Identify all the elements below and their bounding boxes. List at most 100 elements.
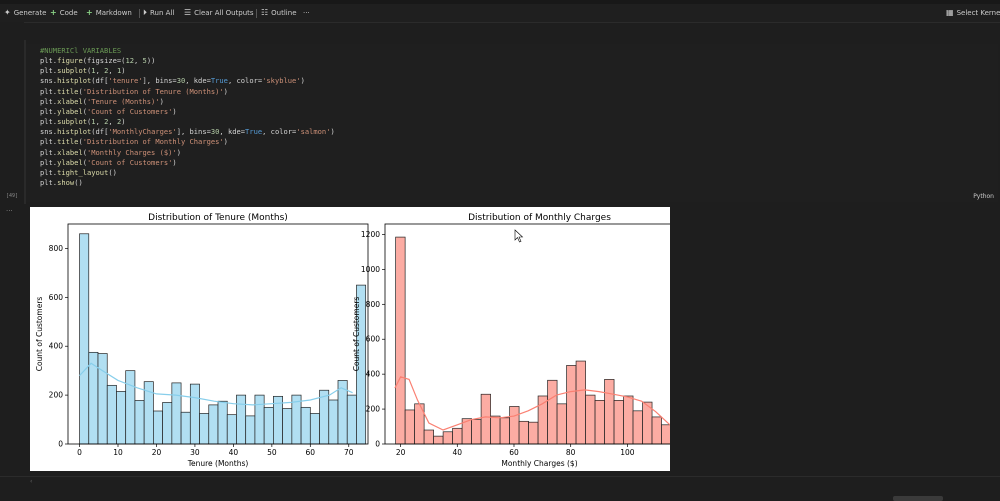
more-actions-button[interactable]: ···: [303, 4, 310, 22]
histogram-bar: [199, 413, 210, 445]
y-tick-label: 400: [49, 342, 64, 351]
y-tick-label: 800: [49, 244, 64, 253]
chart-2: [382, 223, 670, 447]
plus-icon: +: [50, 8, 57, 17]
histogram-bar: [585, 394, 596, 445]
editor-gutter: [0, 22, 24, 501]
code-line: plt.figure(figsize=(12, 5)): [40, 56, 156, 66]
histogram-bar: [594, 399, 605, 445]
code-line: plt.show(): [40, 178, 83, 188]
histogram-bar: [236, 394, 247, 445]
outline-button[interactable]: ☷ Outline: [261, 4, 297, 22]
histogram-bar: [452, 427, 463, 445]
x-tick-label: 20: [396, 448, 406, 457]
run-all-icon: ⏵: [143, 8, 147, 17]
code-line: plt.tight_layout(): [40, 167, 117, 177]
y-tick-label: 400: [366, 370, 381, 379]
outline-label: Outline: [271, 9, 297, 17]
y-tick-label: 200: [366, 405, 381, 414]
generate-button[interactable]: ✦ Generate: [4, 4, 46, 22]
sparkle-icon: ✦: [4, 8, 11, 17]
run-all-button[interactable]: ⏵ Run All: [143, 4, 174, 22]
x-tick-label: 20: [152, 448, 162, 457]
histogram-bar: [490, 415, 501, 445]
execution-count: [49]: [6, 193, 19, 199]
histogram-bar: [254, 394, 265, 445]
x-tick-label: 40: [453, 448, 463, 457]
x-tick-label: 40: [229, 448, 239, 457]
run-all-label: Run All: [150, 9, 175, 17]
histogram-bar: [604, 379, 615, 445]
chart-1: [65, 223, 369, 447]
y-tick-label: 1000: [361, 265, 380, 274]
histogram-bar: [480, 393, 491, 445]
histogram-bar: [171, 382, 182, 445]
histogram-bar: [328, 399, 339, 445]
histogram-bar: [226, 414, 237, 445]
x-axis-label: Tenure (Months): [187, 459, 249, 468]
x-tick-label: 80: [566, 448, 576, 457]
y-axis-label: Count of Customers: [352, 297, 361, 372]
code-text[interactable]: #NUMERICl VARIABLES plt.figure(figsize=(…: [40, 46, 335, 188]
histogram-bar: [423, 429, 434, 445]
y-axis-label: Count of Customers: [35, 297, 44, 372]
histogram-bar: [97, 353, 108, 445]
select-kernel-label: Select Kernel: [956, 9, 1000, 17]
histogram-bar: [499, 417, 510, 445]
histogram-bar: [661, 424, 670, 445]
code-line: plt.subplot(1, 2, 2): [40, 117, 126, 127]
notebook-toolbar: ✦ Generate + Code + Markdown ⏵ Run All ☰…: [0, 4, 1000, 23]
histogram-bar: [471, 419, 482, 445]
code-line: plt.title('Distribution of Monthly Charg…: [40, 137, 228, 147]
x-tick-label: 60: [306, 448, 316, 457]
histogram-bar: [395, 236, 406, 445]
y-tick-label: 200: [49, 391, 64, 400]
histogram-bar: [509, 406, 520, 445]
clear-outputs-icon: ☰: [184, 8, 192, 17]
code-line: plt.ylabel('Count of Customers'): [40, 157, 177, 167]
y-tick-label: 1200: [361, 230, 380, 239]
output-collapse-button[interactable]: ···: [6, 207, 13, 215]
histogram-bar: [346, 394, 357, 445]
x-tick-label: 50: [267, 448, 277, 457]
clear-all-outputs-button[interactable]: ☰ Clear All Outputs: [184, 4, 254, 22]
add-code-button[interactable]: + Code: [50, 4, 78, 22]
histogram-bar: [79, 233, 90, 445]
histogram-bar: [134, 400, 145, 445]
cell-language[interactable]: Python: [973, 193, 994, 200]
outline-icon: ☷: [261, 8, 269, 17]
markdown-label: Markdown: [95, 9, 132, 17]
kernel-icon: ▦: [946, 8, 954, 17]
histogram-bar: [433, 435, 444, 445]
histogram-bar: [263, 406, 274, 445]
histogram-bar: [208, 404, 219, 445]
next-cell-marker: ‹: [30, 478, 33, 485]
histogram-bar: [404, 409, 415, 445]
histogram-bar: [300, 406, 311, 445]
cell-output: 0 10 20 30 40 50 60 70 0 200 400 600 800 Distribution…: [30, 207, 670, 471]
y-tick-label: 800: [366, 300, 381, 309]
histogram-bar: [282, 408, 293, 445]
histogram-bar: [180, 411, 191, 445]
histogram-bar: [547, 379, 558, 445]
histogram-bar: [319, 389, 330, 445]
histogram-bar: [153, 410, 163, 445]
histogram-bar: [88, 351, 99, 445]
histogram-bar: [566, 365, 577, 445]
clear-outputs-label: Clear All Outputs: [194, 9, 254, 17]
histogram-bar: [575, 360, 586, 445]
add-markdown-button[interactable]: + Markdown: [86, 4, 132, 22]
code-label: Code: [59, 9, 78, 17]
histogram-bar: [245, 415, 256, 445]
code-line: #NUMERICl VARIABLES: [40, 46, 122, 55]
histogram-bar: [556, 403, 567, 445]
x-tick-label: 100: [620, 448, 635, 457]
output-figure: 0 10 20 30 40 50 60 700200400600800Distribution…: [35, 213, 670, 468]
y-tick-label: 0: [58, 440, 63, 449]
histogram-bar: [217, 400, 228, 445]
histogram-bar: [613, 399, 624, 445]
select-kernel-button[interactable]: ▦ Select Kernel: [946, 4, 1000, 22]
x-tick-label: 30: [190, 448, 200, 457]
x-tick-label: 70: [344, 448, 354, 457]
code-line: sns.histplot(df['tenure'], bins=30, kde=…: [40, 76, 305, 86]
